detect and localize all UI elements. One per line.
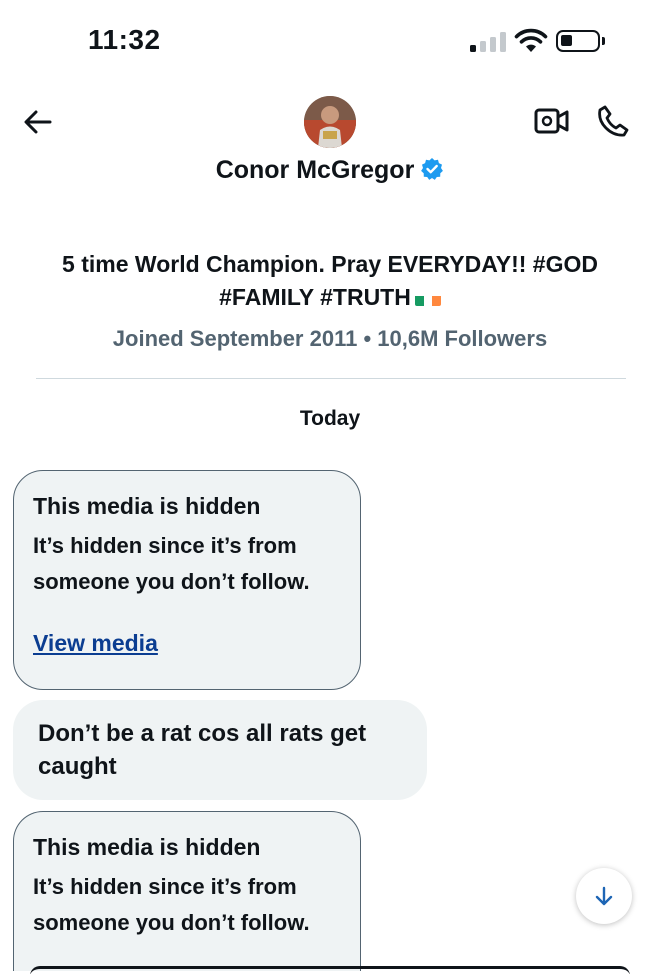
message-bubble[interactable]: Don’t be a rat cos all rats get caught: [13, 700, 427, 800]
bio-text: 5 time World Champion. Pray EVERYDAY!! #…: [62, 251, 598, 310]
hidden-media-message: This media is hidden It’s hidden since i…: [13, 811, 361, 971]
composer-edge: [30, 966, 630, 974]
ireland-flag-icon: [414, 289, 441, 306]
arrow-down-icon: [595, 886, 613, 906]
contact-name: Conor McGregor: [215, 156, 415, 184]
video-call-icon[interactable]: [534, 104, 570, 138]
phone-icon[interactable]: [596, 104, 630, 138]
hidden-media-title: This media is hidden: [33, 493, 261, 519]
status-time: 11:32: [88, 24, 161, 55]
hidden-media-message: This media is hidden It’s hidden since i…: [13, 470, 361, 690]
hidden-media-description: It’s hidden since it’s from someone you …: [33, 874, 310, 935]
profile-bio: 5 time World Champion. Pray EVERYDAY!! #…: [30, 248, 630, 314]
arrow-left-icon[interactable]: [22, 106, 54, 138]
verified-badge-icon: [421, 158, 444, 180]
profile-meta: Joined September 2011 • 10,6M Followers: [112, 326, 548, 351]
hidden-media-description: It’s hidden since it’s from someone you …: [33, 533, 310, 594]
avatar[interactable]: [304, 96, 356, 148]
scroll-to-bottom-button[interactable]: [576, 868, 632, 924]
wifi-icon: [514, 28, 548, 52]
divider: [36, 378, 626, 379]
battery-icon: [556, 30, 605, 52]
cellular-signal-icon: [470, 32, 506, 52]
date-separator: Today: [299, 407, 361, 430]
view-media-link[interactable]: View media: [33, 630, 158, 657]
hidden-media-title: This media is hidden: [33, 834, 261, 860]
contact-name-row: Conor McGregor: [0, 156, 660, 185]
